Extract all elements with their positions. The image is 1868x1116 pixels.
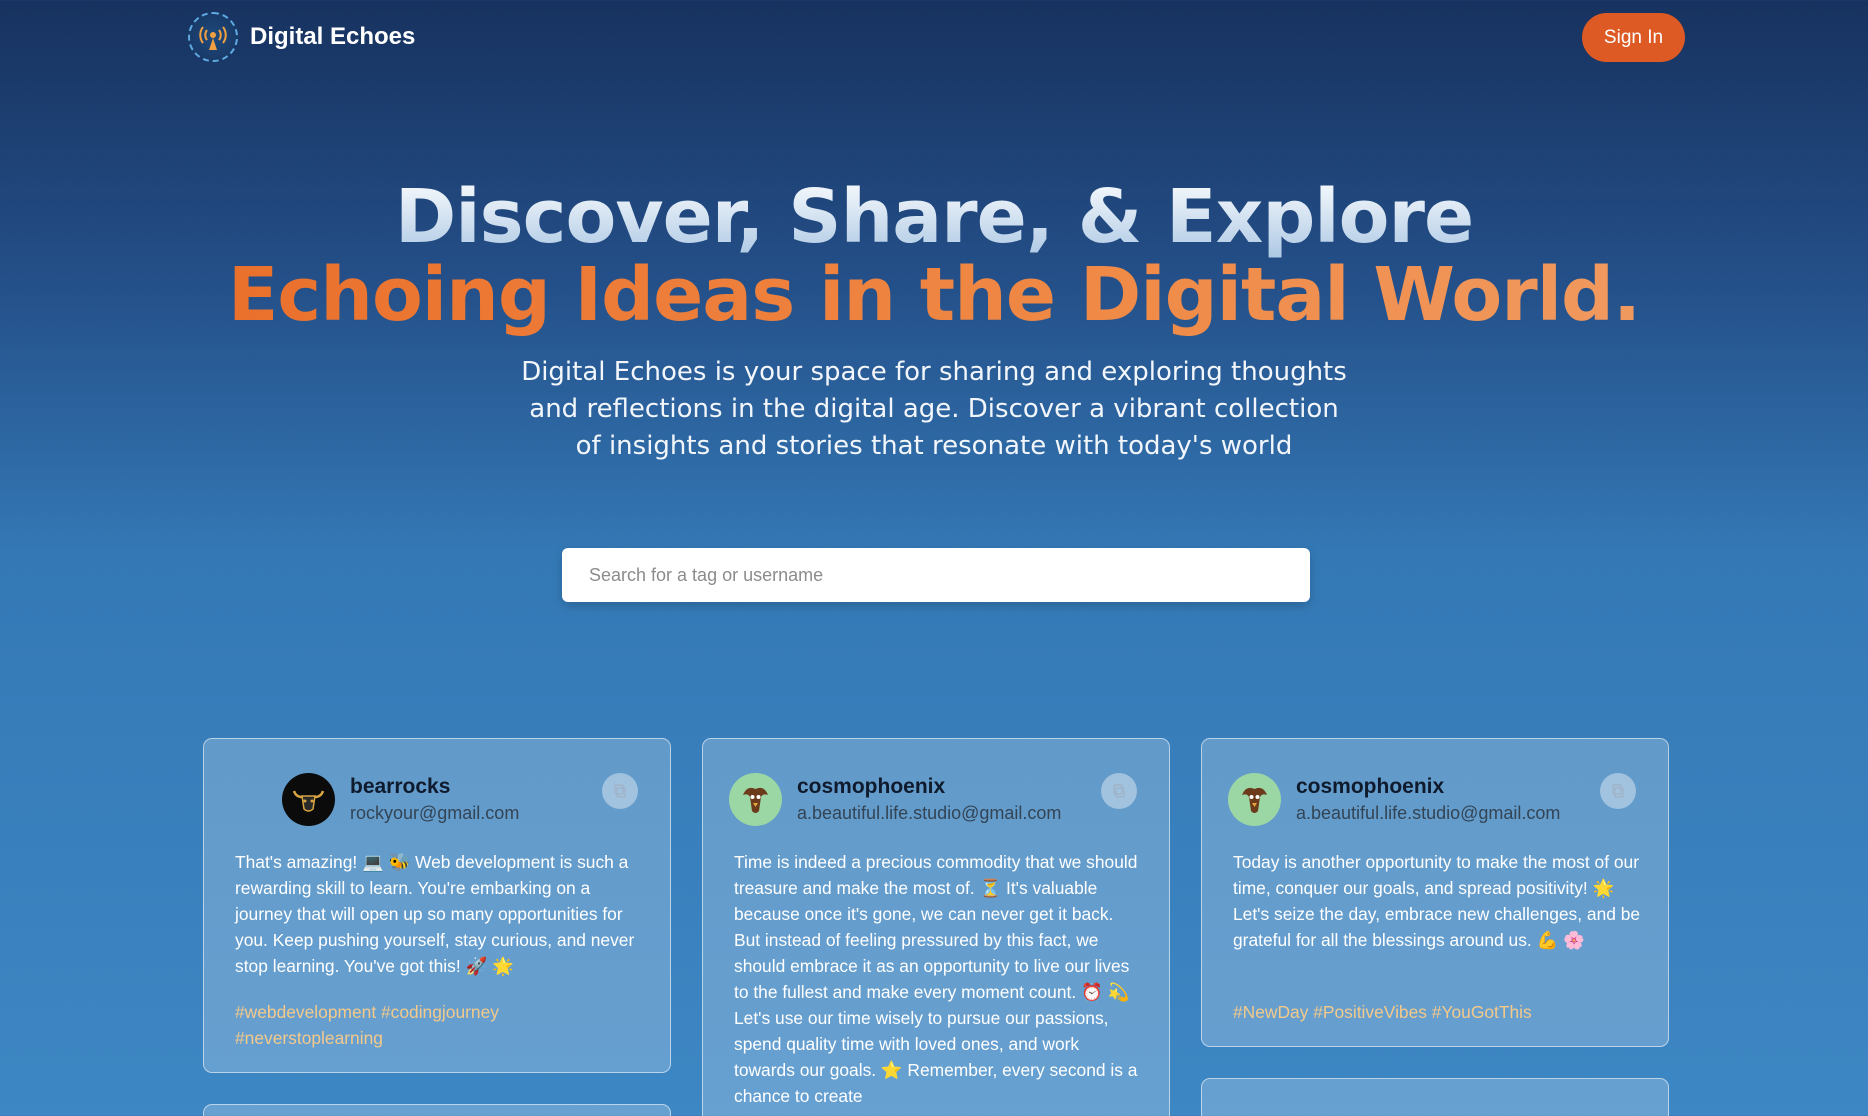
post-body: Today is another opportunity to make the… (1233, 852, 1641, 950)
post-body: That's amazing! 💻 🐝 Web development is s… (235, 852, 635, 976)
post-username: cosmophoenix (1296, 774, 1445, 798)
post-username: cosmophoenix (797, 774, 946, 798)
copy-icon (1612, 784, 1624, 798)
brand-name: Digital Echoes (250, 23, 416, 50)
post-tags[interactable]: #NewDay #PositiveVibes #YouGotThis (1233, 999, 1643, 1025)
post-card: cosmophoenix a.beautiful.life.studio@gma… (702, 738, 1170, 1116)
copy-icon (614, 784, 626, 798)
broadcast-icon (188, 12, 238, 62)
copy-icon (1113, 784, 1125, 798)
sign-in-button[interactable]: Sign In (1582, 13, 1685, 62)
brand[interactable]: Digital Echoes (188, 12, 415, 62)
post-username: bearrocks (350, 774, 451, 798)
hero-description: Digital Echoes is your space for sharing… (521, 357, 1347, 461)
phoenix-icon (1242, 787, 1267, 813)
post-tags[interactable]: #webdevelopment #codingjourney #neversto… (235, 999, 645, 1051)
site-header: Digital Echoes Sign In (0, 0, 1868, 76)
search-input[interactable] (562, 548, 1310, 602)
post-card: bearrocks rockyour@gmail.com That's amaz… (203, 738, 671, 1073)
hero-title-line1: Discover, Share, & Explore (0, 172, 1868, 262)
post-author[interactable]: cosmophoenix a.beautiful.life.studio@gma… (729, 773, 1061, 826)
avatar[interactable] (729, 773, 782, 826)
post-card: cosmophoenix a.beautiful.life.studio@gma… (1201, 738, 1669, 1047)
post-author[interactable]: cosmophoenix a.beautiful.life.studio@gma… (1228, 773, 1560, 826)
post-card (1201, 1078, 1669, 1116)
post-body: Time is indeed a precious commodity that… (734, 852, 1138, 1106)
post-email: rockyour@gmail.com (350, 802, 520, 823)
bull-icon (292, 790, 325, 812)
phoenix-icon (743, 787, 768, 813)
search-bar (562, 548, 1310, 602)
post-card (203, 1104, 671, 1116)
copy-button[interactable] (602, 773, 638, 809)
avatar[interactable] (1228, 773, 1281, 826)
post-email: a.beautiful.life.studio@gmail.com (1296, 802, 1561, 823)
post-email: a.beautiful.life.studio@gmail.com (797, 802, 1062, 823)
copy-button[interactable] (1101, 773, 1137, 809)
post-author[interactable]: bearrocks rockyour@gmail.com (282, 773, 519, 826)
copy-button[interactable] (1600, 773, 1636, 809)
avatar[interactable] (282, 773, 335, 826)
hero-title-line2: Echoing Ideas in the Digital World. (0, 250, 1868, 340)
